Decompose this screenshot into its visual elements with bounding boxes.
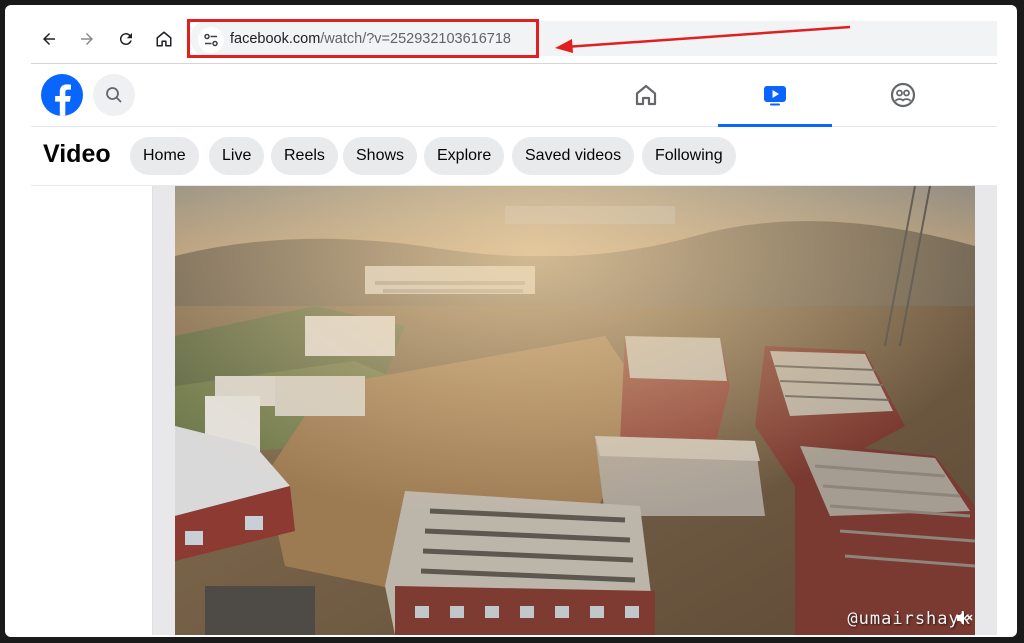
screenshot-frame: facebook.com/watch/?v=252932103616718 Vi… bbox=[5, 5, 1017, 637]
reload-button[interactable] bbox=[112, 25, 140, 53]
url-host: facebook.com bbox=[230, 31, 321, 47]
video-tab[interactable] bbox=[718, 64, 832, 127]
forward-button[interactable] bbox=[73, 25, 101, 53]
search-icon bbox=[106, 87, 122, 103]
address-bar[interactable]: facebook.com/watch/?v=252932103616718 bbox=[187, 19, 997, 58]
url-path: /watch/?v=252932103616718 bbox=[320, 31, 511, 47]
reload-icon bbox=[119, 33, 132, 46]
page-title: Video bbox=[43, 140, 111, 168]
search-button[interactable] bbox=[93, 74, 135, 116]
back-arrow-icon bbox=[43, 33, 55, 45]
browser-toolbar: facebook.com/watch/?v=252932103616718 bbox=[31, 15, 997, 64]
browser-window: facebook.com/watch/?v=252932103616718 Vi… bbox=[31, 15, 997, 635]
nav-pill-reels[interactable]: Reels bbox=[271, 137, 338, 175]
nav-pill-home[interactable]: Home bbox=[130, 137, 199, 175]
home-tab-icon bbox=[635, 84, 657, 106]
forward-arrow-icon bbox=[81, 33, 93, 45]
facebook-logo-icon[interactable] bbox=[41, 74, 83, 116]
video-frame bbox=[175, 186, 975, 635]
video-player[interactable]: @umairshayk bbox=[175, 186, 975, 635]
home-tab[interactable] bbox=[589, 64, 703, 126]
nav-pill-live[interactable]: Live bbox=[209, 137, 265, 175]
home-button[interactable] bbox=[150, 25, 178, 53]
facebook-header bbox=[31, 64, 997, 127]
video-nav-bar: Video Home Live Reels Shows Explore Save… bbox=[31, 127, 997, 186]
nav-pill-shows[interactable]: Shows bbox=[343, 137, 418, 175]
annotation-arrow bbox=[555, 25, 851, 53]
nav-pill-saved-videos[interactable]: Saved videos bbox=[512, 137, 635, 175]
home-icon bbox=[156, 31, 172, 47]
site-info-button[interactable] bbox=[198, 27, 224, 53]
left-sidebar bbox=[31, 186, 153, 635]
mute-icon[interactable] bbox=[955, 609, 973, 627]
site-info-icon bbox=[204, 33, 218, 47]
groups-tab-icon bbox=[890, 82, 916, 108]
nav-pill-following[interactable]: Following bbox=[642, 137, 736, 175]
video-tab-icon bbox=[764, 86, 786, 106]
url-text: facebook.com/watch/?v=252932103616718 bbox=[230, 31, 511, 47]
groups-tab[interactable] bbox=[846, 64, 960, 126]
back-button[interactable] bbox=[35, 25, 63, 53]
nav-pill-explore[interactable]: Explore bbox=[424, 137, 505, 175]
video-watermark: @umairshayk bbox=[847, 609, 971, 629]
